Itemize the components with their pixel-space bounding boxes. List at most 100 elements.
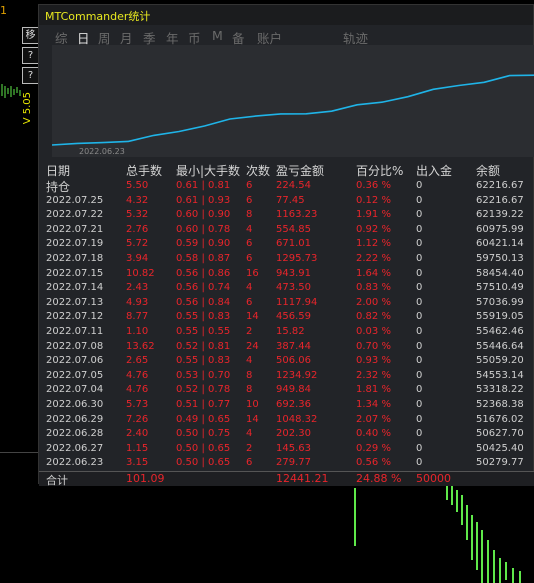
cell-count: 6	[246, 457, 253, 469]
cell-minmax: 0.56 | 0.84	[176, 296, 231, 308]
cell-date: 持仓	[46, 180, 71, 194]
stats-window: MTCommander统计 综日周月季年币 M 备账户 轨迹 2022.06.23 日…	[38, 4, 534, 487]
cell-count: 8	[246, 384, 253, 396]
table-row[interactable]: 持仓 5.50 0.61 | 0.81 6 224.54 0.36 % 0 62216.67	[39, 180, 534, 195]
cell-minmax: 0.51 | 0.77	[176, 399, 231, 410]
table-row[interactable]: 2022.07.06 2.65 0.55 | 0.83 4 506.06 0.93 % 0 5…	[39, 355, 534, 370]
table-row[interactable]: 2022.06.30 5.73 0.51 | 0.77 10 692.36 1.34 % 0…	[39, 399, 534, 414]
total-label: 合计	[46, 474, 68, 487]
cell-percent: 0.92 %	[356, 223, 391, 235]
cell-deposit: 0	[416, 238, 423, 250]
column-header-1[interactable]: 总手数	[126, 162, 162, 179]
column-header-4[interactable]: 盈亏金额	[276, 162, 324, 179]
cell-count: 8	[246, 209, 253, 221]
table-row[interactable]: 2022.06.23 3.15 0.50 | 0.65 6 279.77 0.56 % 0 5…	[39, 457, 534, 472]
table-row[interactable]: 2022.07.15 10.82 0.56 | 0.86 16 943.91 1.64 %…	[39, 268, 534, 283]
cell-balance: 58454.40	[476, 267, 524, 279]
cell-percent: 1.64 %	[356, 267, 391, 279]
cell-percent: 2.00 %	[356, 296, 391, 308]
cell-balance: 57510.49	[476, 282, 524, 294]
cell-profit: 692.36	[276, 399, 311, 410]
cell-date: 2022.06.27	[46, 442, 104, 454]
cell-deposit: 0	[416, 428, 423, 440]
cell-balance: 52368.38	[476, 399, 524, 410]
cell-profit: 1163.23	[276, 209, 318, 221]
cell-balance: 54553.14	[476, 369, 524, 381]
cell-balance: 53318.22	[476, 384, 524, 396]
cell-deposit: 0	[416, 399, 423, 410]
column-header-3[interactable]: 次数	[246, 162, 270, 179]
table-row[interactable]: 2022.07.11 1.10 0.55 | 0.55 2 15.82 0.03 % 0 55…	[39, 326, 534, 341]
cell-minmax: 0.56 | 0.86	[176, 267, 231, 279]
cell-percent: 0.36 %	[356, 180, 391, 191]
table-row[interactable]: 2022.07.04 4.76 0.52 | 0.78 8 949.84 1.81 % 0 5…	[39, 384, 534, 399]
table-row[interactable]: 2022.07.13 4.93 0.56 | 0.84 6 1117.94 2.00 % 0…	[39, 297, 534, 312]
cell-date: 2022.07.11	[46, 326, 104, 337]
total-percent: 24.88 %	[356, 472, 402, 485]
cell-count: 6	[246, 296, 253, 308]
column-header-2[interactable]: 最小|大手数	[176, 162, 240, 179]
cell-lots: 4.76	[126, 369, 149, 381]
cell-count: 6	[246, 238, 253, 250]
column-header-5[interactable]: 百分比%	[356, 162, 403, 179]
cell-count: 4	[246, 428, 253, 440]
cell-minmax: 0.60 | 0.78	[176, 223, 231, 235]
table-row[interactable]: 2022.07.18 3.94 0.58 | 0.87 6 1295.73 2.22 % 0…	[39, 253, 534, 268]
total-row: 合计 101.09 12441.21 24.88 % 50000	[39, 471, 534, 487]
option-button[interactable]: ?	[22, 67, 39, 84]
column-header-6[interactable]: 出入金	[416, 162, 452, 179]
column-header-0[interactable]: 日期	[46, 162, 70, 179]
cell-balance: 60421.14	[476, 238, 524, 250]
cell-balance: 62216.67	[476, 180, 524, 191]
table-row[interactable]: 2022.07.08 13.62 0.52 | 0.81 24 387.44 0.70 %…	[39, 341, 534, 356]
cell-percent: 0.56 %	[356, 457, 391, 469]
cell-profit: 506.06	[276, 355, 311, 367]
table-row[interactable]: 2022.06.29 7.26 0.49 | 0.65 14 1048.32 2.07 %…	[39, 414, 534, 429]
cell-balance: 50627.70	[476, 428, 524, 440]
table-row[interactable]: 2022.07.25 4.32 0.61 | 0.93 6 77.45 0.12 % 0 62…	[39, 195, 534, 210]
tab-7[interactable]: M	[212, 28, 223, 43]
cell-date: 2022.07.25	[46, 194, 104, 206]
cell-lots: 2.76	[126, 223, 149, 235]
cell-deposit: 0	[416, 369, 423, 381]
cell-balance: 55446.64	[476, 340, 524, 352]
cell-percent: 0.03 %	[356, 326, 391, 337]
help-button[interactable]: ?	[22, 47, 39, 64]
move-button[interactable]: 移	[22, 27, 39, 44]
cell-minmax: 0.55 | 0.83	[176, 355, 231, 367]
cell-minmax: 0.50 | 0.65	[176, 442, 231, 454]
cell-deposit: 0	[416, 267, 423, 279]
chart-start-date: 2022.06.23	[79, 147, 125, 156]
cell-minmax: 0.53 | 0.70	[176, 369, 231, 381]
table-row[interactable]: 2022.07.22 5.32 0.60 | 0.90 8 1163.23 1.91 % 0…	[39, 209, 534, 224]
column-header-7[interactable]: 余额	[476, 162, 500, 179]
cell-minmax: 0.55 | 0.55	[176, 326, 231, 337]
cell-percent: 0.93 %	[356, 355, 391, 367]
cell-profit: 202.30	[276, 428, 311, 440]
table-row[interactable]: 2022.06.28 2.40 0.50 | 0.75 4 202.30 0.40 % 0 5…	[39, 428, 534, 443]
cell-lots: 3.15	[126, 457, 149, 469]
cell-deposit: 0	[416, 296, 423, 308]
cell-deposit: 0	[416, 194, 423, 206]
table-row[interactable]: 2022.07.14 2.43 0.56 | 0.74 4 473.50 0.83 % 0 5…	[39, 282, 534, 297]
cell-profit: 387.44	[276, 340, 311, 352]
title-bar[interactable]: MTCommander统计	[39, 5, 533, 25]
table-row[interactable]: 2022.07.19 5.72 0.59 | 0.90 6 671.01 1.12 % 0 6…	[39, 238, 534, 253]
table-row[interactable]: 2022.07.21 2.76 0.60 | 0.78 4 554.85 0.92 % 0 6…	[39, 224, 534, 239]
cell-deposit: 0	[416, 355, 423, 367]
cell-percent: 0.83 %	[356, 282, 391, 294]
cell-minmax: 0.58 | 0.87	[176, 253, 231, 264]
cell-minmax: 0.50 | 0.65	[176, 457, 231, 469]
cell-profit: 456.59	[276, 311, 311, 323]
cell-lots: 1.15	[126, 442, 149, 454]
cell-date: 2022.07.05	[46, 369, 104, 381]
cell-minmax: 0.59 | 0.90	[176, 238, 231, 250]
cell-count: 6	[246, 194, 253, 206]
cell-profit: 554.85	[276, 223, 311, 235]
table-row[interactable]: 2022.07.05 4.76 0.53 | 0.70 8 1234.92 2.32 % 0…	[39, 370, 534, 385]
cell-minmax: 0.61 | 0.81	[176, 180, 231, 191]
table-row[interactable]: 2022.07.12 8.77 0.55 | 0.83 14 456.59 0.82 % 0…	[39, 311, 534, 326]
table-row[interactable]: 2022.06.27 1.15 0.50 | 0.65 2 145.63 0.29 % 0 5…	[39, 443, 534, 458]
cell-deposit: 0	[416, 340, 423, 352]
cell-count: 10	[246, 399, 259, 410]
